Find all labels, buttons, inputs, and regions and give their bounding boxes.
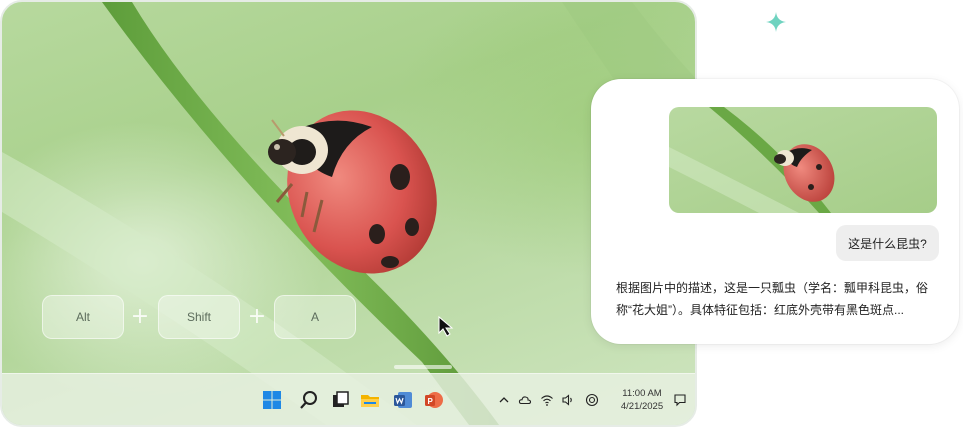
volume-icon[interactable] — [561, 393, 575, 407]
a-key: A — [274, 295, 356, 339]
chevron-up-icon[interactable] — [497, 393, 511, 407]
powerpoint-icon[interactable]: P — [424, 390, 444, 410]
file-explorer-icon[interactable] — [360, 390, 380, 410]
svg-text:P: P — [428, 397, 434, 406]
notification-icon[interactable] — [673, 393, 687, 407]
start-icon[interactable] — [262, 390, 282, 410]
system-clock[interactable]: 11:00 AM 4/21/2025 — [610, 387, 674, 413]
word-icon[interactable] — [393, 390, 413, 410]
plus-separator: + — [130, 304, 150, 329]
shift-key: Shift — [158, 295, 240, 339]
cloud-icon[interactable] — [518, 393, 532, 407]
plus-separator: + — [247, 304, 267, 329]
ai-chat-card: 这是什么昆虫? 根据图片中的描述，这是一只瓢虫（学名：瓢甲科昆虫，俗称“花大姐”… — [591, 79, 959, 344]
taskbar: P 11:00 AM 4/21/2025 — [2, 365, 695, 425]
user-question-bubble: 这是什么昆虫? — [836, 225, 939, 261]
language-icon[interactable] — [585, 393, 599, 407]
gesture-handle[interactable] — [394, 365, 452, 369]
sparkle-icon — [766, 12, 786, 32]
clock-time: 11:00 AM — [622, 388, 662, 399]
task-view-icon[interactable] — [330, 390, 350, 410]
ai-answer-text: 根据图片中的描述，这是一只瓢虫（学名：瓢甲科昆虫，俗称“花大姐”）。具体特征包括… — [616, 281, 929, 317]
ladybug-thumbnail — [669, 107, 937, 213]
uploaded-image[interactable] — [669, 107, 937, 213]
clock-date: 4/21/2025 — [620, 401, 664, 412]
alt-key: Alt — [42, 295, 124, 339]
wifi-icon[interactable] — [540, 393, 554, 407]
search-icon[interactable] — [299, 390, 319, 410]
